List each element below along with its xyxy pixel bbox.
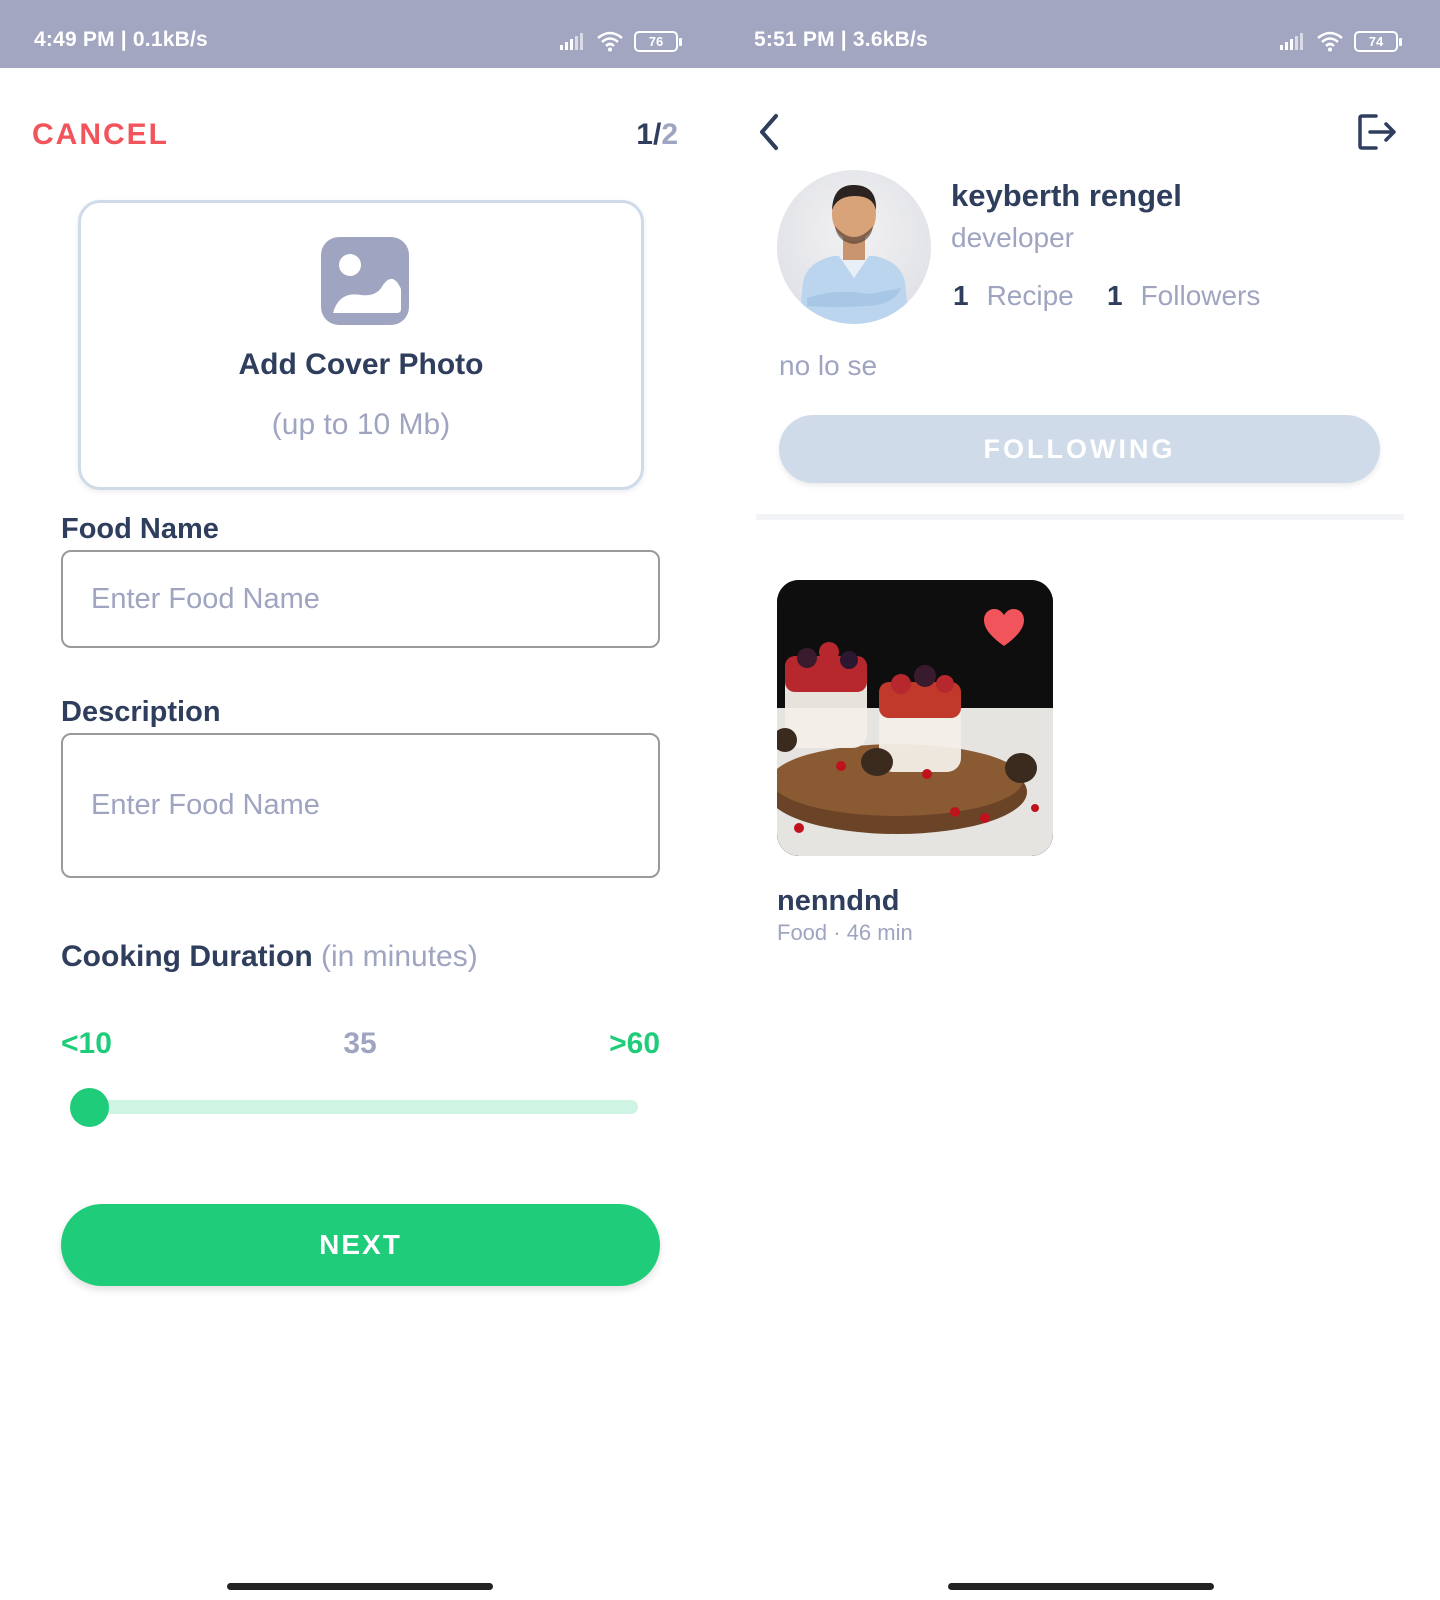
signal-icon (560, 33, 583, 50)
step-total: 2 (661, 118, 678, 151)
step-current: 1/ (636, 118, 662, 151)
cover-title: Add Cover Photo (238, 348, 484, 381)
recipes-stat[interactable]: 1 Recipe (953, 280, 1074, 312)
status-bar: 5:51 PM | 3.6kB/s 74 (720, 0, 1440, 68)
back-arrow-icon[interactable] (754, 112, 786, 152)
home-indicator[interactable] (227, 1583, 493, 1590)
status-icons: 74 (1278, 30, 1402, 52)
duration-slider-thumb[interactable] (70, 1088, 109, 1127)
description-label: Description (61, 696, 221, 728)
recipe-meta: Food · 46 min (777, 920, 913, 945)
wifi-icon (597, 31, 623, 52)
signal-icon (1280, 33, 1303, 50)
user-photo-icon (799, 184, 909, 324)
followers-count: 1 (1107, 280, 1123, 311)
recipes-label: Recipe (986, 280, 1074, 311)
food-name-input[interactable] (61, 550, 660, 648)
wifi-icon (1317, 31, 1343, 52)
food-name-label: Food Name (61, 513, 219, 545)
duration-unit: (in minutes) (321, 940, 478, 973)
battery-icon: 76 (634, 30, 682, 52)
cancel-button[interactable]: CANCEL (32, 118, 169, 152)
section-divider (756, 514, 1404, 520)
status-icons: 76 (558, 30, 682, 52)
battery-icon: 74 (1354, 30, 1402, 52)
upload-recipe-screen: 4:49 PM | 0.1kB/s 76 CANCEL 1/2 Add Cove… (0, 0, 720, 1600)
description-input[interactable] (61, 733, 660, 878)
cooking-duration-label: Cooking Duration (in minutes) (61, 940, 478, 974)
status-time-speed: 4:49 PM | 0.1kB/s (34, 28, 208, 51)
status-time-speed: 5:51 PM | 3.6kB/s (754, 28, 928, 51)
duration-slider-track[interactable] (88, 1100, 638, 1114)
profile-role: developer (951, 222, 1074, 253)
home-indicator[interactable] (948, 1583, 1214, 1590)
followers-stat[interactable]: 1 Followers (1107, 280, 1260, 312)
step-indicator: 1/2 (636, 118, 678, 152)
status-bar: 4:49 PM | 0.1kB/s 76 (0, 0, 720, 68)
followers-label: Followers (1140, 280, 1261, 311)
add-cover-photo-box[interactable]: Add Cover Photo (up to 10 Mb) (78, 200, 644, 490)
following-button[interactable]: FOLLOWING (779, 415, 1380, 483)
heart-icon[interactable] (982, 608, 1026, 648)
duration-title: Cooking Duration (61, 940, 313, 973)
profile-screen: 5:51 PM | 3.6kB/s 74 keyberth rengel dev… (720, 0, 1440, 1600)
recipe-title[interactable]: nenndnd (777, 885, 899, 918)
recipes-count: 1 (953, 280, 969, 311)
duration-max-label: >60 (609, 1027, 660, 1060)
next-button[interactable]: NEXT (61, 1204, 660, 1286)
cover-size-hint: (up to 10 Mb) (271, 408, 451, 441)
image-icon (321, 237, 409, 325)
logout-icon[interactable] (1356, 112, 1398, 152)
avatar (777, 170, 931, 324)
profile-name: keyberth rengel (951, 178, 1182, 213)
profile-bio: no lo se (779, 350, 878, 381)
